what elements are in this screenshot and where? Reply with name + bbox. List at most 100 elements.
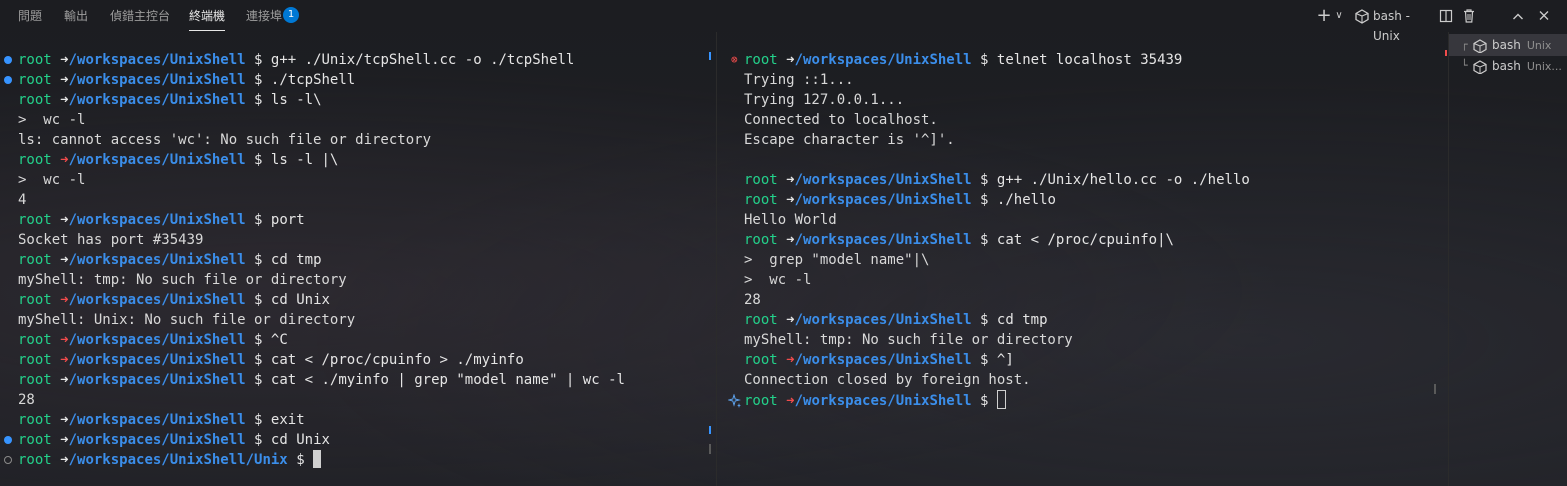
command-error-icon[interactable]: ⊗: [731, 54, 741, 65]
command-text: ^C: [270, 332, 288, 348]
prompt-dollar: $: [254, 352, 263, 368]
terminal-list-item-bash[interactable]: ┌ bash Unix: [1449, 34, 1567, 56]
prompt-line: root ➜/workspaces/UnixShell/Unix $: [18, 450, 322, 470]
prompt-user: root: [18, 292, 52, 308]
arrow-error-icon: ➜: [60, 292, 69, 308]
terminal-cursor: [996, 390, 1006, 409]
tab-output[interactable]: 輸出: [64, 8, 88, 24]
output-text: Trying ::1...: [744, 72, 854, 88]
ports-count-badge: 1: [283, 7, 299, 23]
active-terminal-label[interactable]: bash - Unix: [1373, 6, 1433, 43]
prompt-path: /workspaces/UnixShell: [794, 52, 972, 68]
command-text: g++ ./Unix/hello.cc -o ./hello: [996, 172, 1250, 188]
scrollbar-marker: [709, 52, 711, 60]
prompt-line: root ➜/workspaces/UnixShell $ ^]: [744, 350, 1014, 370]
arrow-icon: ➜: [60, 432, 69, 448]
output-text: myShell: Unix: No such file or directory: [18, 312, 356, 328]
terminal-profile-icon: [1355, 6, 1369, 26]
prompt-dollar: $: [296, 452, 305, 468]
scrollbar-marker: [709, 426, 711, 434]
tab-ports[interactable]: 連接埠: [246, 8, 282, 24]
prompt-user: root: [744, 352, 778, 368]
terminal-list-cwd: Unix...: [1526, 60, 1562, 73]
prompt-dollar: $: [980, 192, 989, 208]
prompt-path: /workspaces/UnixShell: [68, 252, 246, 268]
prompt-path: /workspaces/UnixShell: [68, 372, 246, 388]
arrow-icon: ➜: [60, 72, 69, 88]
tab-debug-console[interactable]: 偵錯主控台: [110, 8, 170, 24]
output-line: Escape character is '^]'.: [744, 130, 955, 150]
prompt-dollar: $: [980, 312, 989, 328]
command-pending-dot-icon[interactable]: [4, 456, 12, 464]
tab-problems[interactable]: 問題: [18, 8, 42, 24]
prompt-line: root ➜/workspaces/UnixShell $ cd tmp: [18, 250, 322, 270]
prompt-dollar: $: [254, 72, 263, 88]
prompt-user: root: [744, 393, 778, 409]
prompt-path: /workspaces/UnixShell: [68, 52, 246, 68]
prompt-line: root ➜/workspaces/UnixShell $ cd Unix: [18, 430, 330, 450]
command-text: g++ ./Unix/tcpShell.cc -o ./tcpShell: [270, 52, 575, 68]
output-text: myShell: tmp: No such file or directory: [744, 332, 1073, 348]
prompt-dollar: $: [254, 372, 263, 388]
sparkle-icon[interactable]: [727, 393, 742, 408]
prompt-user: root: [18, 372, 52, 388]
prompt-user: root: [18, 332, 52, 348]
prompt-line: root ➜/workspaces/UnixShell $ telnet loc…: [744, 50, 1182, 70]
command-text: cat < ./myinfo | grep "model name" | wc …: [270, 372, 625, 388]
prompt-user: root: [744, 312, 778, 328]
command-success-dot-icon[interactable]: [4, 76, 12, 84]
output-text: 4: [18, 192, 27, 208]
new-terminal-icon[interactable]: +: [1316, 6, 1332, 26]
trash-icon[interactable]: [1462, 6, 1476, 26]
tree-connector: ┌: [1461, 38, 1468, 51]
scrollbar-thumb[interactable]: [1434, 384, 1436, 394]
prompt-dollar: $: [254, 252, 263, 268]
prompt-line: root ➜/workspaces/UnixShell $ g++ ./Unix…: [744, 170, 1250, 190]
command-success-dot-icon[interactable]: [4, 56, 12, 64]
arrow-error-icon: ➜: [60, 332, 69, 348]
prompt-line: root ➜/workspaces/UnixShell $ ls -l\: [18, 90, 322, 110]
scrollbar-thumb[interactable]: [709, 444, 711, 454]
output-text: Trying 127.0.0.1...: [744, 92, 905, 108]
terminal-list-item-bash[interactable]: └ bash Unix...: [1449, 55, 1567, 77]
tree-connector: └: [1461, 59, 1468, 72]
prompt-line: root ➜/workspaces/UnixShell $ ./tcpShell: [18, 70, 355, 90]
maximize-panel-icon[interactable]: [1511, 6, 1525, 26]
prompt-user: root: [18, 412, 52, 428]
prompt-dollar: $: [254, 52, 263, 68]
output-text: > wc -l: [18, 112, 86, 128]
command-success-dot-icon[interactable]: [4, 436, 12, 444]
prompt-dollar: $: [254, 152, 263, 168]
prompt-line: root ➜/workspaces/UnixShell $ g++ ./Unix…: [18, 50, 574, 70]
prompt-line: root ➜/workspaces/UnixShell $ cd Unix: [18, 290, 330, 310]
command-text: cd tmp: [270, 252, 322, 268]
tab-terminal[interactable]: 終端機: [189, 8, 226, 31]
prompt-dollar: $: [980, 393, 989, 409]
arrow-icon: ➜: [60, 452, 69, 468]
prompt-dollar: $: [254, 412, 263, 428]
prompt-dollar: $: [980, 352, 989, 368]
output-text: 28: [744, 292, 761, 308]
prompt-dollar: $: [980, 52, 989, 68]
prompt-user: root: [18, 352, 52, 368]
chevron-down-icon[interactable]: ∨: [1333, 6, 1345, 26]
arrow-icon: ➜: [786, 172, 795, 188]
output-line: 4: [18, 190, 26, 210]
command-text: ^]: [996, 352, 1014, 368]
terminal-cursor: [313, 450, 322, 468]
split-terminal-icon[interactable]: [1439, 6, 1453, 26]
prompt-path: /workspaces/UnixShell: [794, 312, 972, 328]
output-text: > wc -l: [744, 272, 812, 288]
prompt-path: /workspaces/UnixShell: [68, 432, 246, 448]
prompt-path: /workspaces/UnixShell: [68, 212, 246, 228]
split-divider[interactable]: [716, 32, 717, 486]
arrow-icon: ➜: [786, 192, 795, 208]
command-text: telnet localhost 35439: [996, 52, 1183, 68]
output-text: myShell: tmp: No such file or directory: [18, 272, 347, 288]
output-line: ls: cannot access 'wc': No such file or …: [18, 130, 431, 150]
command-text: cd Unix: [270, 292, 330, 308]
prompt-dollar: $: [980, 172, 989, 188]
arrow-icon: ➜: [786, 52, 795, 68]
close-panel-icon[interactable]: [1537, 6, 1551, 26]
arrow-icon: ➜: [60, 212, 69, 228]
